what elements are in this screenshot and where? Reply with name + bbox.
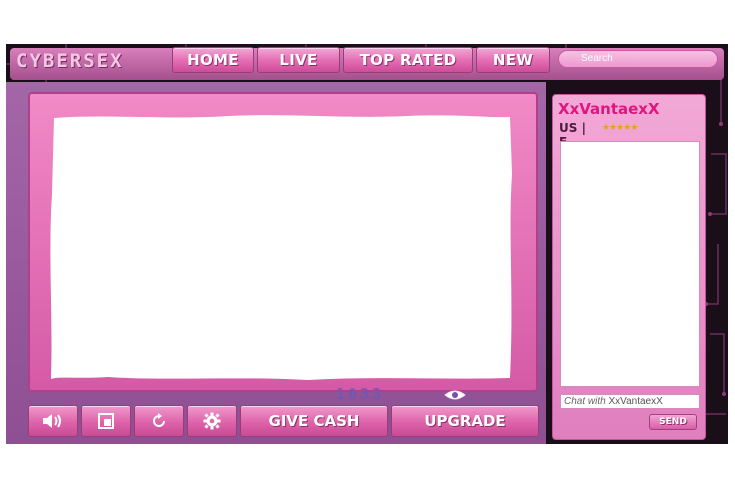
volume-button[interactable] xyxy=(28,405,78,437)
refresh-button[interactable] xyxy=(134,405,184,437)
video-display[interactable] xyxy=(48,114,514,382)
speaker-icon xyxy=(43,414,61,428)
site-logo[interactable]: CYBERSEX xyxy=(16,50,166,72)
window-icon xyxy=(98,413,114,429)
gear-icon xyxy=(203,412,221,430)
star-icon: ★ xyxy=(630,123,638,133)
send-button[interactable]: SEND xyxy=(649,414,697,430)
chat-username[interactable]: XxVantaexX xyxy=(558,99,703,119)
upgrade-button[interactable]: UPGRADE xyxy=(391,405,539,437)
user-meta: US | F xyxy=(559,121,586,149)
view-count: 1033 xyxy=(336,385,385,403)
nav-top-rated[interactable]: TOP RATED xyxy=(343,47,473,73)
eye-icon xyxy=(444,390,466,400)
chat-input[interactable]: Chat with XxVantaexX xyxy=(560,394,700,409)
settings-button[interactable] xyxy=(187,405,237,437)
nav-new[interactable]: NEW xyxy=(476,47,550,73)
chat-input-label: Chat with xyxy=(564,396,606,407)
rating-stars: ★★★★★ xyxy=(602,122,652,134)
refresh-icon xyxy=(153,413,165,427)
fullscreen-button[interactable] xyxy=(81,405,131,437)
give-cash-button[interactable]: GIVE CASH xyxy=(240,405,388,437)
search-input[interactable]: Search xyxy=(558,50,718,68)
nav-home[interactable]: HOME xyxy=(172,47,254,73)
nav-live[interactable]: LIVE xyxy=(257,47,340,73)
chat-log[interactable] xyxy=(560,141,700,387)
chat-input-target: XxVantaexX xyxy=(608,396,663,407)
app-window: CYBERSEX HOME LIVE TOP RATED NEW Search … xyxy=(6,44,728,444)
